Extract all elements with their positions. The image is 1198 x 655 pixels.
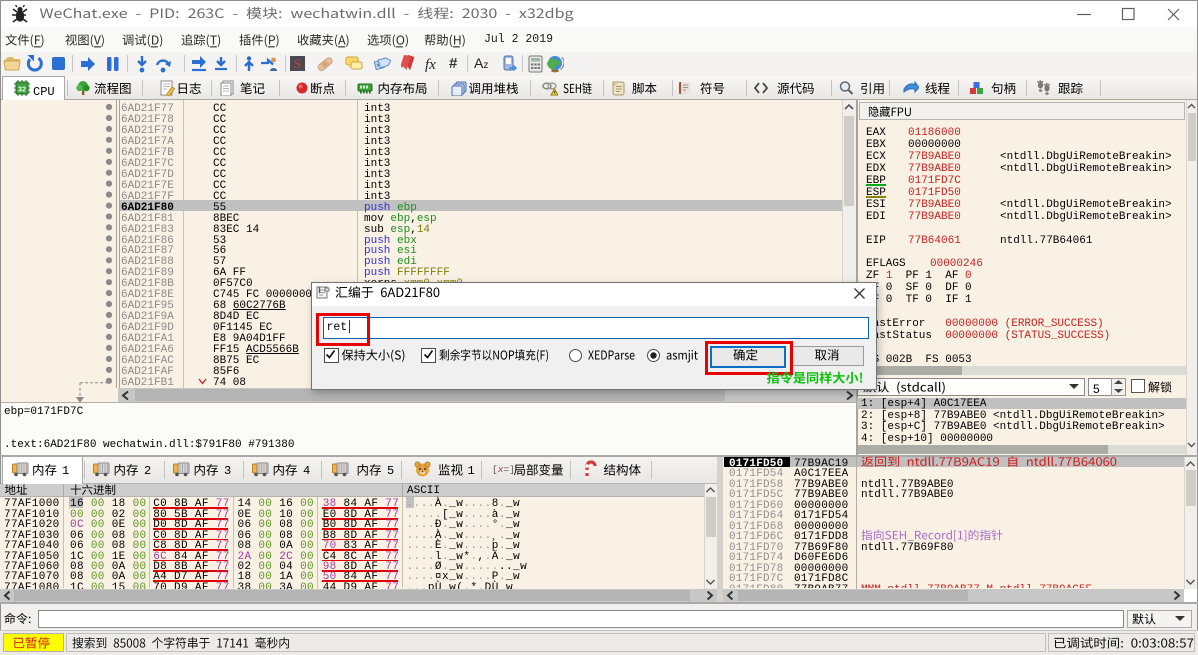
svg-text:32: 32 (18, 85, 26, 94)
svg-text:S: S (294, 56, 301, 71)
